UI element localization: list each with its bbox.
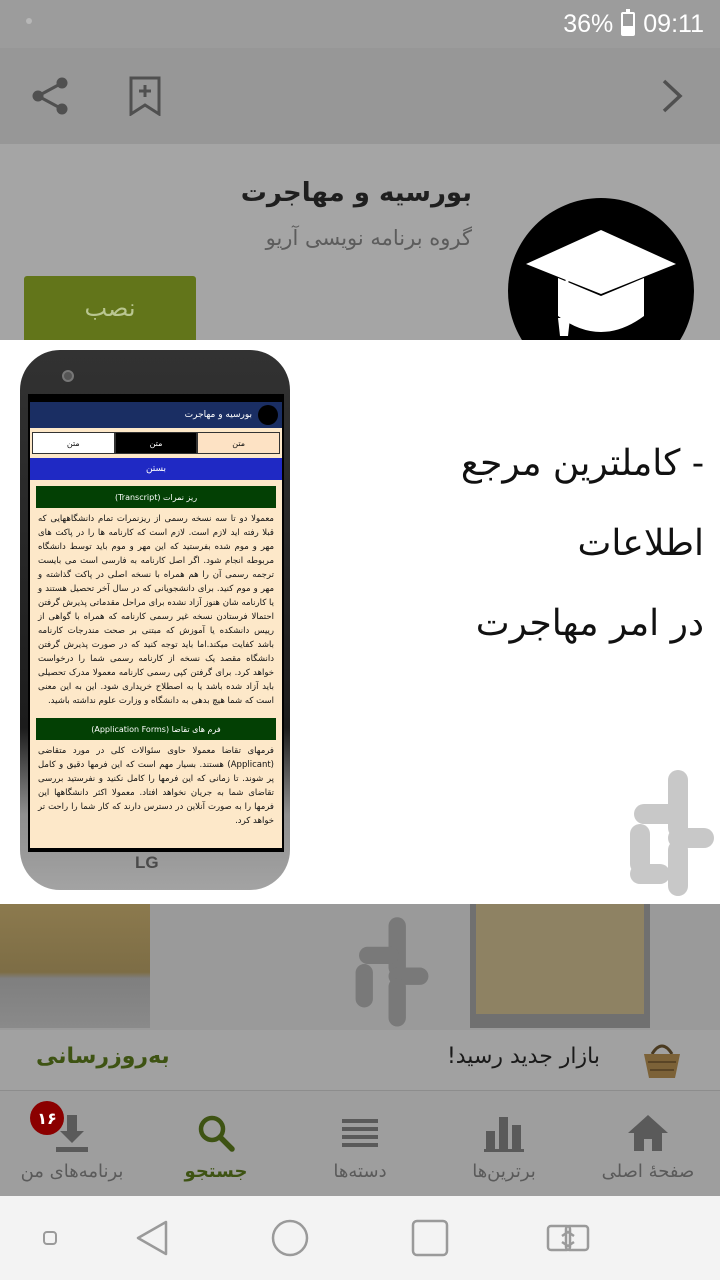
screenshot-strip[interactable]	[0, 904, 720, 1030]
switch-window-icon[interactable]	[544, 1216, 592, 1260]
inner-app-header: بورسیه و مهاجرت	[30, 402, 282, 428]
inner-tabs: متن متن متن	[31, 432, 280, 454]
update-message: بازار جدید رسید!	[446, 1044, 600, 1069]
screenshot-thumbnail[interactable]	[0, 904, 150, 1028]
inner-tab: متن	[197, 432, 280, 454]
notification-dot-icon[interactable]	[40, 1228, 60, 1248]
nav-search[interactable]: جستجو	[144, 1091, 288, 1197]
inner-app-title: بورسیه و مهاجرت	[184, 410, 252, 420]
app-toolbar	[0, 48, 720, 144]
search-icon	[198, 1115, 235, 1152]
nav-my-apps[interactable]: برنامه‌های من ۱۶	[0, 1091, 144, 1197]
bottom-navigation: برنامه‌های من ۱۶ جستجو دسته‌ها برترین‌ها	[0, 1090, 720, 1196]
inner-tab: متن	[31, 432, 115, 454]
app-developer[interactable]: گروه برنامه نویسی آریو	[266, 226, 472, 250]
inner-section-text: فرمهای تقاضا معمولا حاوی سئوالات کلی در …	[38, 746, 274, 826]
caption-line: در امر مهاجرت	[475, 603, 704, 644]
nav-home[interactable]: صفحهٔ اصلی	[576, 1091, 720, 1197]
caption-line: - کاملترین مرجع اطلاعات	[460, 443, 704, 564]
inner-app-logo	[258, 405, 278, 425]
screenshot-viewer[interactable]: بورسیه و مهاجرت متن متن متن بستن ریز نمر…	[0, 340, 720, 904]
phone-screen: بورسیه و مهاجرت متن متن متن بستن ریز نمر…	[30, 402, 282, 848]
status-bar: 36% 09:11	[0, 0, 720, 48]
nav-label: برترین‌ها	[472, 1161, 536, 1182]
bazaar-logo-icon	[355, 917, 429, 1027]
nav-label: صفحهٔ اصلی	[601, 1161, 695, 1182]
phone-brand-logo: LG	[135, 853, 159, 872]
inner-section-title: ریز نمرات (Transcript)	[36, 486, 276, 508]
inner-tab: متن	[114, 432, 198, 454]
basket-icon	[644, 1044, 680, 1078]
nav-categories[interactable]: دسته‌ها	[288, 1091, 432, 1197]
update-banner: بازار جدید رسید! به‌روزرسانی	[0, 1030, 720, 1090]
back-icon[interactable]	[130, 1216, 174, 1260]
home-icon	[628, 1115, 668, 1151]
system-navigation-bar	[0, 1196, 720, 1280]
bazaar-logo-icon	[630, 770, 714, 896]
bar-chart-icon	[484, 1117, 524, 1152]
battery-percent: 36%	[563, 9, 614, 38]
screenshot-caption: - کاملترین مرجع اطلاعات در امر مهاجرت	[344, 424, 704, 664]
camera-icon	[62, 370, 74, 382]
screenshot-thumbnail[interactable]	[470, 904, 650, 1028]
list-icon	[342, 1119, 378, 1147]
inner-section-title: فرم های تقاضا (Application Forms)	[36, 718, 276, 740]
notification-dot	[26, 18, 32, 24]
inner-close-button: بستن	[30, 458, 282, 480]
update-button[interactable]: به‌روزرسانی	[36, 1044, 170, 1069]
nav-label: جستجو	[184, 1161, 248, 1182]
battery-icon	[621, 9, 636, 36]
bookmark-add-icon[interactable]	[128, 76, 162, 116]
recents-icon[interactable]	[408, 1216, 452, 1260]
notification-badge: ۱۶	[30, 1101, 64, 1135]
home-circle-icon[interactable]	[268, 1216, 312, 1260]
nav-top[interactable]: برترین‌ها	[432, 1091, 576, 1197]
install-button[interactable]: نصب	[24, 276, 196, 340]
nav-label: برنامه‌های من	[20, 1161, 124, 1182]
nav-label: دسته‌ها	[333, 1161, 387, 1182]
inner-section-text: معمولا دو تا سه نسخه رسمی از ریزنمرات تم…	[38, 514, 274, 706]
phone-mockup: بورسیه و مهاجرت متن متن متن بستن ریز نمر…	[20, 350, 290, 890]
clock: 09:11	[643, 9, 704, 38]
chevron-right-icon[interactable]	[660, 78, 684, 114]
share-icon[interactable]	[30, 76, 70, 116]
app-title: بورسیه و مهاجرت	[240, 178, 472, 208]
